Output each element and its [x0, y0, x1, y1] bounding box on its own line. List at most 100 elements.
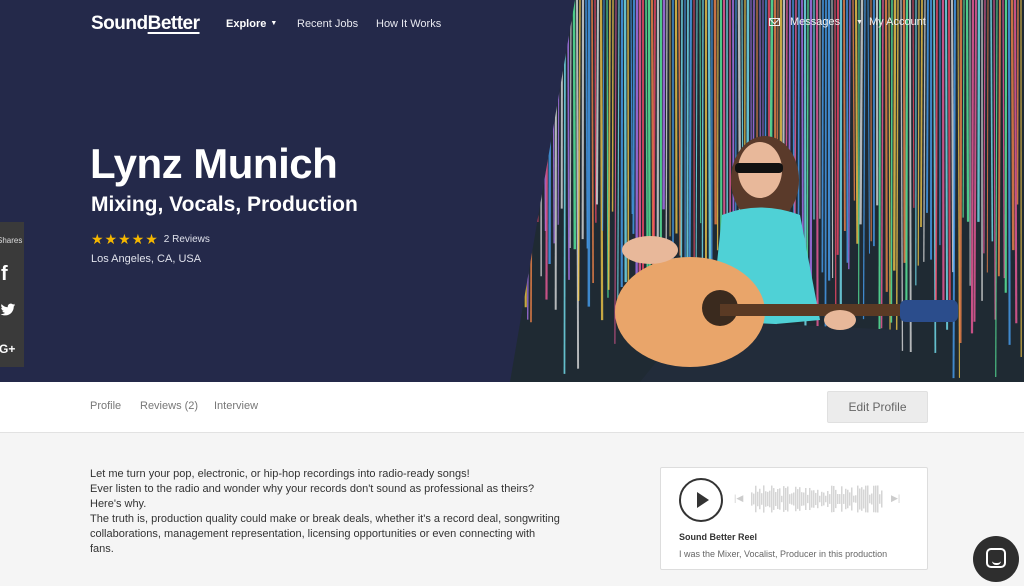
- chat-icon: [986, 548, 1006, 568]
- paint-drip: [815, 0, 819, 342]
- reviews-count-link[interactable]: 2 Reviews: [164, 234, 210, 245]
- waveform-bar: [851, 487, 853, 511]
- star-rating-icon: ★★★★★: [91, 231, 159, 247]
- nav-my-account-label: My Account: [868, 16, 926, 28]
- skip-forward-icon[interactable]: ▶|: [891, 493, 900, 504]
- nav-messages[interactable]: Messages: [769, 16, 840, 28]
- facebook-icon[interactable]: f: [1, 263, 8, 286]
- waveform-bar: [775, 492, 777, 506]
- waveform-bar: [861, 487, 863, 511]
- nav-messages-label: Messages: [790, 16, 841, 28]
- waveform-bar: [853, 495, 855, 503]
- waveform-bar: [871, 493, 873, 505]
- waveform-bar: [831, 485, 833, 513]
- waveform-bar: [869, 494, 871, 504]
- paint-drip: [1007, 0, 1011, 345]
- waveform-bar: [833, 485, 835, 513]
- paint-drip: [970, 0, 975, 334]
- google-plus-icon[interactable]: G+: [0, 342, 15, 356]
- waveform-bar: [843, 494, 845, 504]
- waveform-bar: [823, 492, 825, 506]
- waveform-bar: [755, 485, 757, 513]
- waveform-bar: [765, 491, 767, 507]
- waveform-bar: [793, 492, 795, 506]
- waveform-bar: [837, 494, 839, 504]
- waveform-bar: [877, 485, 879, 513]
- waveform-bar: [753, 493, 755, 505]
- waveform-bar: [857, 485, 859, 513]
- waveform-bar: [773, 488, 775, 510]
- waveform-bar: [879, 494, 881, 504]
- waveform-bar: [803, 492, 805, 506]
- waveform-bar: [815, 492, 817, 506]
- about-section: Let me turn your pop, electronic, or hip…: [90, 467, 560, 557]
- waveform-bar: [855, 495, 857, 503]
- profile-tagline: Mixing, Vocals, Production: [91, 193, 358, 216]
- waveform-bar: [769, 490, 771, 508]
- edit-profile-button[interactable]: Edit Profile: [827, 391, 928, 423]
- profile-name: Lynz Munich: [90, 140, 338, 187]
- waveform-bar: [841, 486, 843, 512]
- waveform-bar: [845, 488, 847, 510]
- waveform-bar: [821, 491, 823, 507]
- waveform-bar: [799, 487, 801, 511]
- waveform-bar: [771, 485, 773, 513]
- waveform-bar: [783, 486, 785, 512]
- chevron-down-icon: ▼: [270, 20, 278, 27]
- nav-how-it-works[interactable]: How It Works: [376, 18, 441, 30]
- skip-back-icon[interactable]: |◀: [734, 493, 743, 504]
- track-credit: I was the Mixer, Vocalist, Producer in t…: [679, 549, 888, 559]
- waveform-bar: [835, 489, 837, 509]
- about-paragraph: Ever listen to the radio and wonder why …: [90, 483, 535, 495]
- chat-launcher[interactable]: [973, 536, 1019, 582]
- waveform-bar: [811, 490, 813, 508]
- play-icon[interactable]: [679, 478, 723, 522]
- waveform-bar: [825, 495, 827, 503]
- waveform-bar: [867, 485, 869, 513]
- waveform-bar: [827, 491, 829, 507]
- waveform-bar: [859, 488, 861, 510]
- waveform-bar: [787, 486, 789, 512]
- waveform-bar: [875, 485, 877, 513]
- nav-recent-jobs[interactable]: Recent Jobs: [297, 18, 358, 30]
- paint-drip: [959, 0, 963, 344]
- share-label: Shares: [0, 236, 23, 245]
- waveform-bar: [751, 492, 753, 506]
- waveform-bar: [807, 494, 809, 504]
- about-paragraph: Here's why.: [90, 498, 147, 510]
- waveform-bar: [801, 492, 803, 506]
- tab-interview[interactable]: Interview: [214, 400, 258, 412]
- soundbetter-logo[interactable]: SoundBetter: [91, 13, 200, 35]
- nav-my-account[interactable]: ▼ My Account: [856, 16, 926, 28]
- waveform-bar: [849, 492, 851, 506]
- profile-tabbar: Profile Reviews (2) Interview Edit Profi…: [0, 382, 1024, 433]
- waveform-bar: [763, 485, 765, 513]
- waveform[interactable]: [751, 484, 883, 514]
- waveform-bar: [819, 495, 821, 503]
- waveform-bar: [809, 487, 811, 511]
- waveform-bar: [779, 488, 781, 510]
- waveform-bar: [781, 495, 783, 503]
- waveform-bar: [817, 489, 819, 509]
- waveform-bar: [789, 494, 791, 504]
- twitter-icon[interactable]: [0, 302, 16, 318]
- nav-explore[interactable]: Explore ▼: [226, 18, 277, 30]
- track-title: Sound Better Reel: [679, 532, 758, 542]
- waveform-bar: [797, 489, 799, 509]
- waveform-bar: [863, 489, 865, 509]
- waveform-bar: [761, 493, 763, 505]
- paint-drip: [878, 0, 881, 373]
- about-heading: Let me turn your pop, electronic, or hip…: [90, 468, 470, 480]
- waveform-bar: [791, 493, 793, 505]
- waveform-bar: [829, 494, 831, 504]
- waveform-bar: [805, 488, 807, 510]
- about-paragraph: The truth is, production quality could m…: [90, 513, 560, 555]
- waveform-bar: [873, 485, 875, 513]
- paint-drip: [563, 0, 566, 374]
- top-navbar: SoundBetter Explore ▼ Recent Jobs How It …: [0, 0, 1024, 50]
- waveform-bar: [795, 486, 797, 512]
- tab-reviews[interactable]: Reviews (2): [140, 400, 198, 412]
- waveform-bar: [847, 489, 849, 509]
- tab-profile[interactable]: Profile: [90, 400, 121, 412]
- profile-location: Los Angeles, CA, USA: [91, 253, 202, 265]
